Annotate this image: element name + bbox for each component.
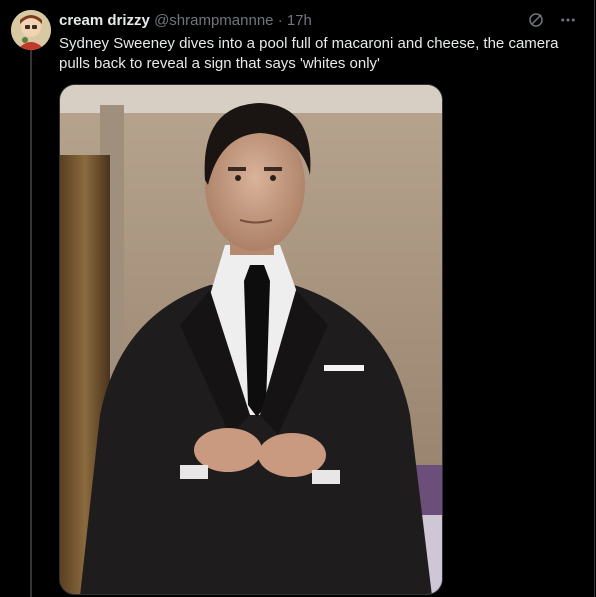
tweet-container[interactable]: cream drizzy @shrampmannne · 17h Sydney … xyxy=(0,0,595,597)
user-handle[interactable]: @shrampmannne xyxy=(154,12,273,29)
avatar-image xyxy=(11,10,51,50)
media-image xyxy=(60,85,442,594)
separator-dot: · xyxy=(277,12,283,29)
tweet-media[interactable] xyxy=(59,84,443,595)
tweet-header: cream drizzy @shrampmannne · 17h xyxy=(59,12,312,30)
tweet-text: Sydney Sweeney dives into a pool full of… xyxy=(59,35,559,72)
timestamp[interactable]: 17h xyxy=(287,12,312,29)
avatar[interactable] xyxy=(11,10,51,50)
display-name[interactable]: cream drizzy xyxy=(59,12,150,29)
more-options-icon[interactable] xyxy=(558,10,578,30)
tweet-actions-top xyxy=(526,10,578,30)
thread-line xyxy=(30,50,32,597)
grok-icon[interactable] xyxy=(526,10,546,30)
